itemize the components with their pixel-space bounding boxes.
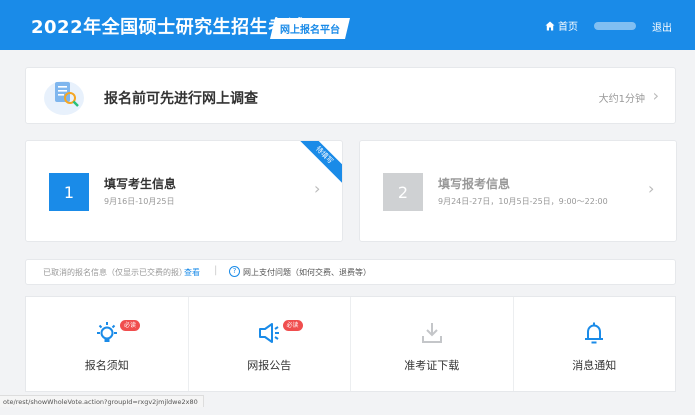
survey-duration: 大约1分钟 xyxy=(598,94,645,105)
home-link-label: 首页 xyxy=(558,22,578,33)
download-icon xyxy=(421,323,442,343)
view-link[interactable]: 查看 xyxy=(184,267,200,278)
question-icon: ? xyxy=(229,266,240,277)
chevron-right-icon: › xyxy=(652,86,659,105)
step-title: 填写考生信息 xyxy=(104,177,177,191)
step-fill-application-info[interactable]: 2 填写报考信息 9月24日-27日，10月5日-25日，9:00～22:00 … xyxy=(359,140,677,242)
must-read-badge: 必读 xyxy=(282,320,303,331)
home-link[interactable]: 首页 xyxy=(545,18,578,33)
username-blurred[interactable] xyxy=(594,22,636,30)
step-number: 2 xyxy=(383,173,423,211)
menu-item-notifications[interactable]: 消息通知 xyxy=(514,297,676,391)
platform-badge-label: 网上报名平台 xyxy=(280,25,340,36)
divider: | xyxy=(214,265,218,276)
must-read-badge: 必读 xyxy=(120,320,141,331)
menu-item-label: 消息通知 xyxy=(572,359,617,372)
menu-item-admission-ticket-download[interactable]: 准考证下载 xyxy=(351,297,514,391)
step-date: 9月16日-10月25日 xyxy=(104,197,175,206)
step-title: 填写报考信息 xyxy=(438,177,511,191)
info-bar: 已取消的报名信息（仅显示已交费的报） 查看 | ? 网上支付问题（如何交费、退费… xyxy=(25,259,676,285)
bell-icon xyxy=(585,322,604,344)
survey-title: 报名前可先进行网上调查 xyxy=(104,91,258,107)
site-title: 2022年全国硕士研究生招生考试 xyxy=(31,17,306,38)
top-header: 2022年全国硕士研究生招生考试 网上报名平台 首页 退出 xyxy=(0,0,695,50)
survey-card[interactable]: 报名前可先进行网上调查 大约1分钟 › xyxy=(25,67,676,124)
chevron-right-icon: › xyxy=(648,179,655,198)
menu-item-announcements[interactable]: 必读 网报公告 xyxy=(189,297,351,391)
step-fill-candidate-info[interactable]: 1 填写考生信息 9月16日-10月25日 待填写 › xyxy=(25,140,343,242)
step-number: 1 xyxy=(49,173,89,211)
megaphone-icon xyxy=(259,323,280,343)
platform-badge: 网上报名平台 xyxy=(270,18,350,39)
chevron-right-icon: › xyxy=(314,179,321,198)
status-bar-url: ote/rest/showWholeVote.action?groupId=rx… xyxy=(0,395,204,407)
menu-item-registration-notice[interactable]: 必读 报名须知 xyxy=(26,297,189,391)
logout-link[interactable]: 退出 xyxy=(652,19,672,34)
cancelled-registrations-text: 已取消的报名信息（仅显示已交费的报） xyxy=(43,268,187,277)
home-icon xyxy=(545,21,555,30)
survey-icon xyxy=(44,81,84,115)
menu-item-label: 准考证下载 xyxy=(404,359,460,372)
menu-item-label: 报名须知 xyxy=(84,359,129,372)
step-date: 9月24日-27日，10月5日-25日，9:00～22:00 xyxy=(438,197,608,206)
lightbulb-icon xyxy=(96,322,117,342)
menu-item-label: 网报公告 xyxy=(247,359,292,372)
feature-menu: 必读 报名须知 必读 网报公告 准考证下载 消息通知 xyxy=(25,296,676,392)
payment-help-link[interactable]: 网上支付问题（如何交费、退费等） xyxy=(243,267,371,278)
